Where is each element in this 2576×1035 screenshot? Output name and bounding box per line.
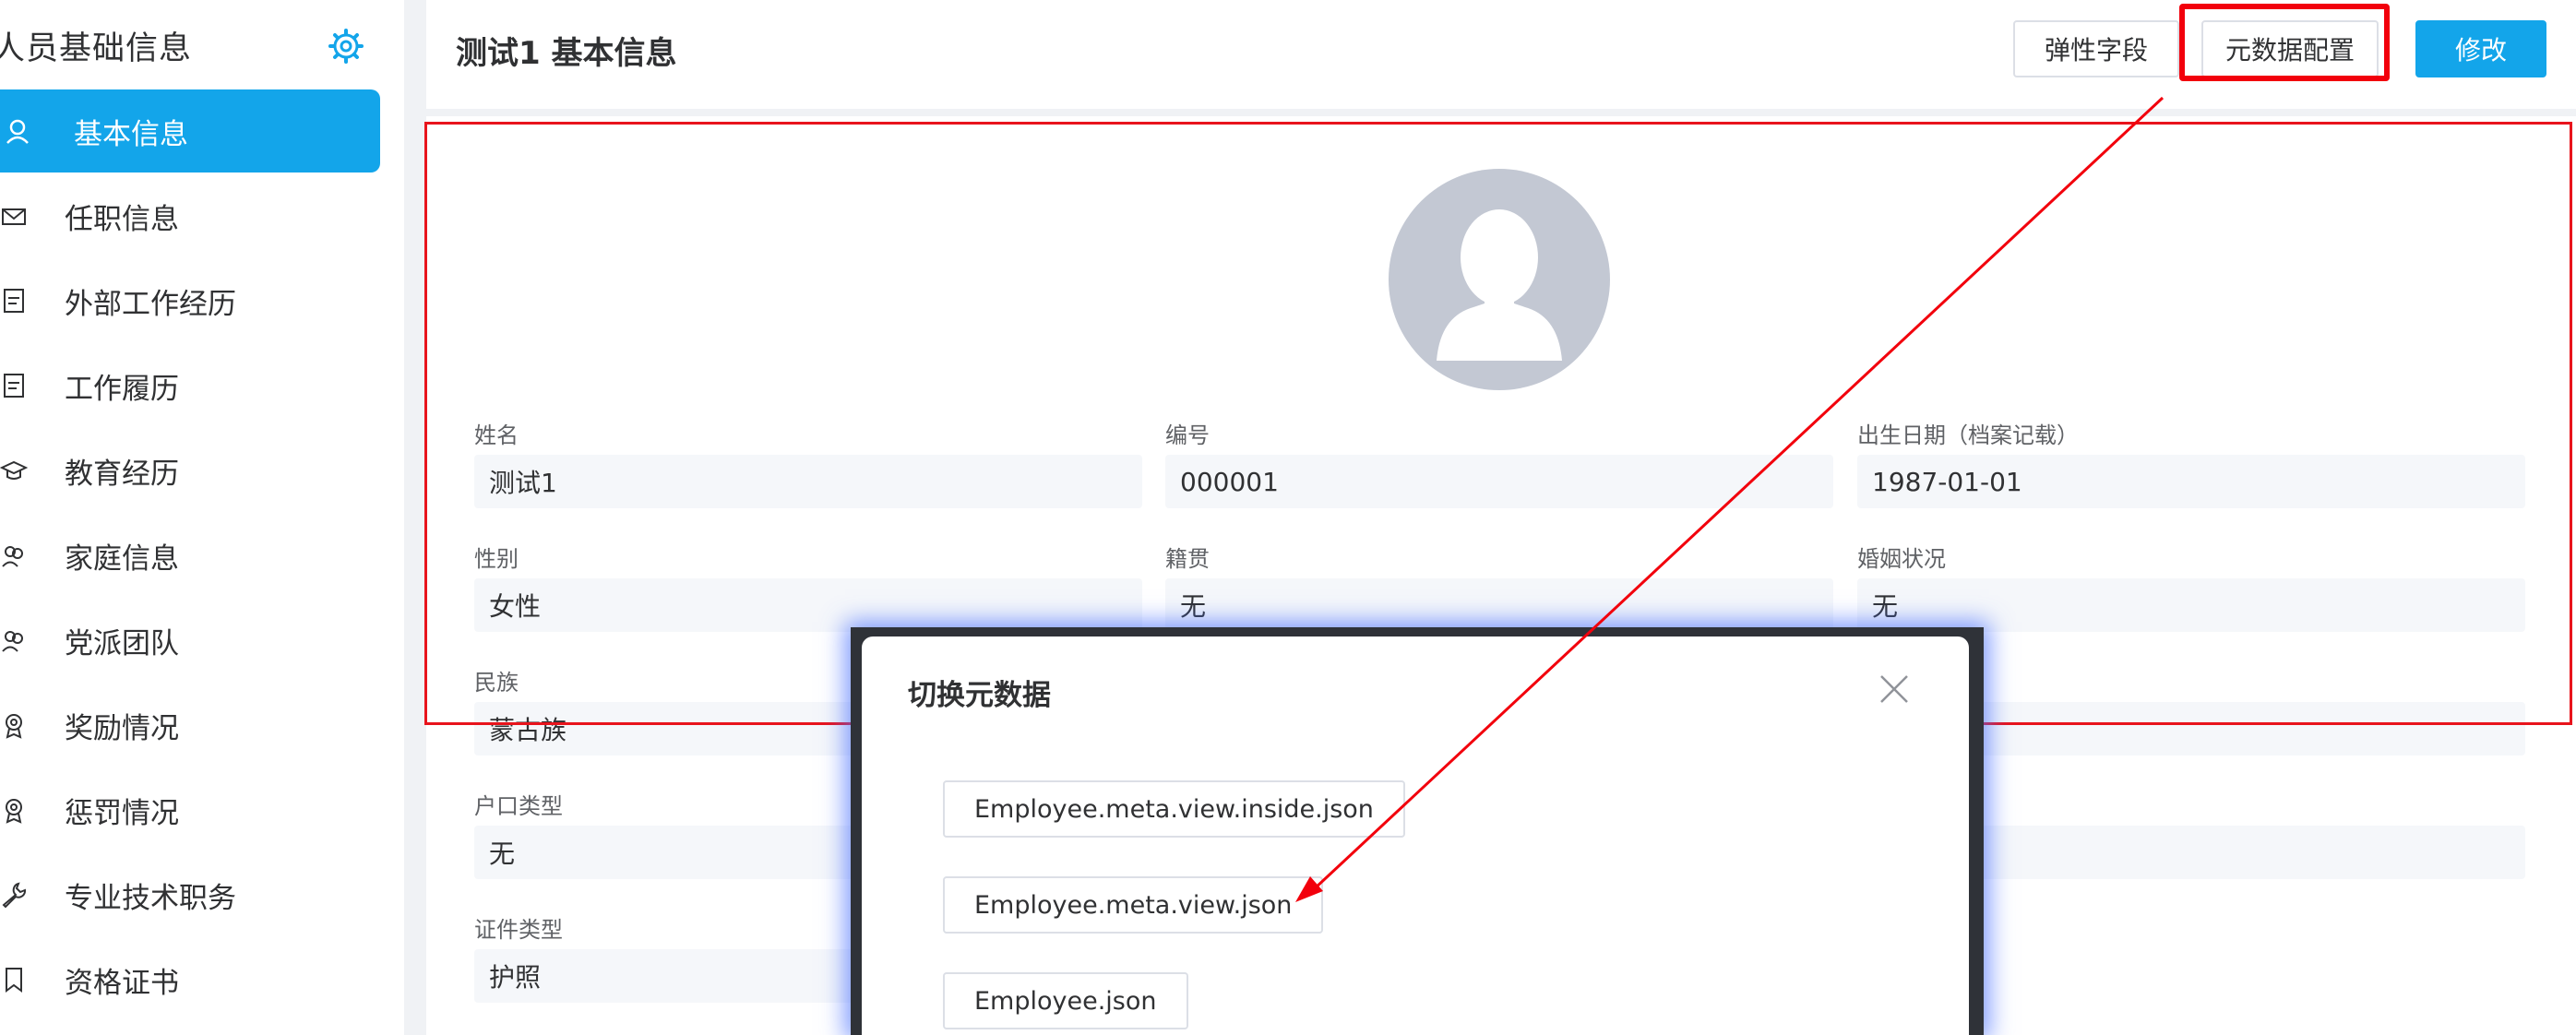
envelope-icon xyxy=(2,208,26,225)
sidebar-item-label: 专业技术职务 xyxy=(65,881,236,915)
sidebar-item-certificates[interactable]: 资格证书 xyxy=(0,938,380,1021)
graduation-cap-icon xyxy=(0,460,28,480)
sidebar-item-education[interactable]: 教育经历 xyxy=(0,429,380,512)
people-icon xyxy=(2,546,23,567)
sidebar-item-family[interactable]: 家庭信息 xyxy=(0,514,380,597)
metadata-option[interactable]: Employee.meta.view.inside.json xyxy=(943,780,1405,838)
metadata-option[interactable]: Employee.json xyxy=(943,972,1188,1029)
close-icon[interactable] xyxy=(1878,673,1910,705)
sidebar-item-label: 惩罚情况 xyxy=(65,796,179,830)
sidebar-item-label: 党派团队 xyxy=(65,626,179,660)
document-icon xyxy=(4,374,24,398)
field-label-household-type: 户口类型 xyxy=(474,793,563,819)
flex-field-button[interactable]: 弹性字段 xyxy=(2013,20,2179,77)
sidebar-item-label: 资格证书 xyxy=(65,966,179,1000)
medal-icon xyxy=(6,799,22,824)
wrench-icon xyxy=(2,882,27,909)
sidebar-item-label: 奖励情况 xyxy=(65,711,179,745)
bookmark-icon xyxy=(6,968,22,993)
sidebar-item-punishments[interactable]: 惩罚情况 xyxy=(0,768,380,851)
edit-button[interactable]: 修改 xyxy=(2415,20,2546,77)
sidebar-item-label: 家庭信息 xyxy=(65,541,179,576)
sidebar-item-position[interactable]: 任职信息 xyxy=(0,174,380,257)
sidebar-item-label: 教育经历 xyxy=(65,457,179,491)
sidebar-item-work-history[interactable]: 工作履历 xyxy=(0,344,380,427)
page-title: 测试1 基本信息 xyxy=(456,35,677,72)
sidebar-item-basic-info[interactable]: 基本信息 xyxy=(0,89,380,172)
sidebar-item-label: 任职信息 xyxy=(65,202,179,236)
annotation-highlight-button xyxy=(2179,4,2390,81)
people-icon xyxy=(2,631,23,652)
switch-metadata-dialog: 切换元数据 Employee.meta.view.inside.json Emp… xyxy=(862,636,1969,1035)
sidebar-item-professional-title[interactable]: 专业技术职务 xyxy=(0,853,380,936)
sidebar-item-label: 基本信息 xyxy=(74,117,188,151)
field-label-id-type: 证件类型 xyxy=(474,917,563,943)
gear-icon[interactable] xyxy=(328,28,364,65)
sidebar-item-external-work[interactable]: 外部工作经历 xyxy=(0,259,380,342)
sidebar-title: 人员基础信息 xyxy=(0,30,193,67)
metadata-option[interactable]: Employee.meta.view.json xyxy=(943,876,1324,934)
sidebar-item-label: 工作履历 xyxy=(65,372,179,406)
document-icon xyxy=(4,289,24,313)
medal-icon xyxy=(6,714,22,739)
sidebar-item-rewards[interactable]: 奖励情况 xyxy=(0,684,380,767)
user-icon xyxy=(6,119,29,144)
sidebar-item-party[interactable]: 党派团队 xyxy=(0,599,380,682)
sidebar: 人员基础信息 基本信息 任职信息 外部工作经历 工作履历 教育经历 家庭信息 党… xyxy=(0,0,404,1035)
dialog-title: 切换元数据 xyxy=(908,679,1051,712)
sidebar-item-label: 外部工作经历 xyxy=(65,287,236,321)
